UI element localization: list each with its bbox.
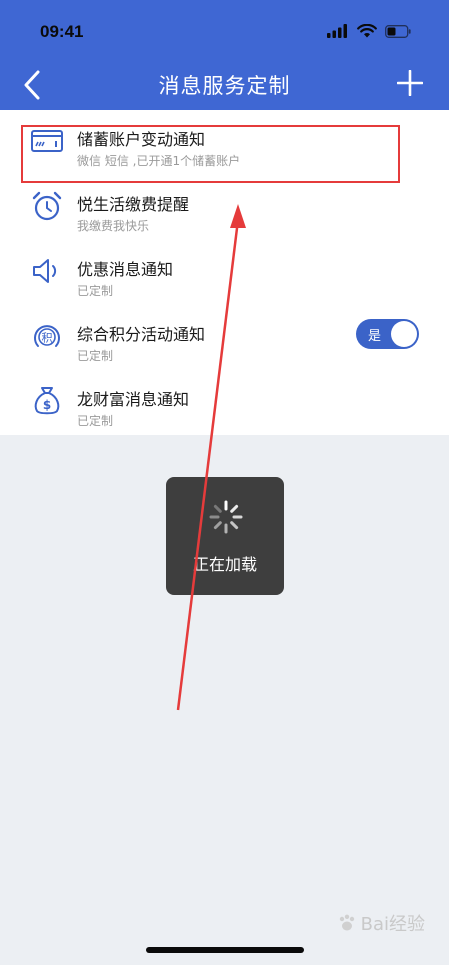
toggle-knob bbox=[391, 321, 417, 347]
item-title: 悦生活缴费提醒 bbox=[77, 195, 190, 214]
card-icon bbox=[31, 130, 63, 152]
points-badge-icon: 积 bbox=[34, 325, 60, 347]
wifi-icon bbox=[357, 24, 377, 38]
svg-text:$: $ bbox=[43, 398, 51, 412]
notification-list: 储蓄账户变动通知 微信 短信 ,已开通1个储蓄账户 悦生活缴费提醒 我缴费我快乐… bbox=[0, 110, 449, 435]
status-icons bbox=[327, 24, 411, 38]
speaker-icon bbox=[33, 259, 57, 283]
item-title: 综合积分活动通知 bbox=[77, 325, 206, 344]
watermark: Bai经验 bbox=[337, 910, 425, 936]
watermark-text: Bai经验 bbox=[360, 914, 425, 935]
item-subtitle: 我缴费我快乐 bbox=[77, 219, 150, 233]
loading-toast: 正在加载 bbox=[166, 477, 284, 595]
item-subtitle: 已定制 bbox=[77, 349, 114, 363]
app-header: 09:41 消息服务定制 bbox=[0, 0, 449, 110]
battery-icon bbox=[385, 24, 411, 38]
list-item-wealth[interactable]: $ 龙财富消息通知 已定制 bbox=[0, 370, 449, 435]
points-notification-toggle[interactable]: 是 bbox=[356, 319, 419, 349]
page-title: 消息服务定制 bbox=[158, 74, 291, 98]
list-item-life-payment[interactable]: 悦生活缴费提醒 我缴费我快乐 bbox=[0, 175, 449, 240]
signal-icon bbox=[327, 24, 347, 38]
item-title: 优惠消息通知 bbox=[77, 260, 174, 279]
item-subtitle: 已定制 bbox=[77, 284, 114, 298]
item-title: 龙财富消息通知 bbox=[77, 390, 190, 409]
spinner-icon bbox=[209, 500, 243, 534]
money-bag-icon: $ bbox=[34, 387, 60, 415]
paw-icon bbox=[339, 914, 354, 931]
points-badge-char: 积 bbox=[42, 332, 53, 345]
status-bar: 09:41 bbox=[0, 0, 449, 60]
toggle-label: 是 bbox=[368, 329, 382, 344]
item-subtitle: 已定制 bbox=[77, 414, 114, 428]
loading-text: 正在加载 bbox=[192, 555, 257, 574]
home-indicator[interactable] bbox=[146, 947, 304, 953]
list-item-points-activity[interactable]: 积 综合积分活动通知 已定制 是 bbox=[0, 305, 449, 370]
list-item-promotion[interactable]: 优惠消息通知 已定制 bbox=[0, 240, 449, 305]
list-item-savings-account[interactable]: 储蓄账户变动通知 微信 短信 ,已开通1个储蓄账户 bbox=[0, 110, 449, 175]
item-title: 储蓄账户变动通知 bbox=[77, 130, 206, 149]
status-time: 09:41 bbox=[40, 22, 84, 41]
nav-bar: 消息服务定制 bbox=[0, 60, 449, 110]
alarm-clock-icon bbox=[32, 191, 62, 221]
item-subtitle: 微信 短信 ,已开通1个储蓄账户 bbox=[77, 154, 241, 168]
add-icon[interactable] bbox=[397, 70, 423, 96]
